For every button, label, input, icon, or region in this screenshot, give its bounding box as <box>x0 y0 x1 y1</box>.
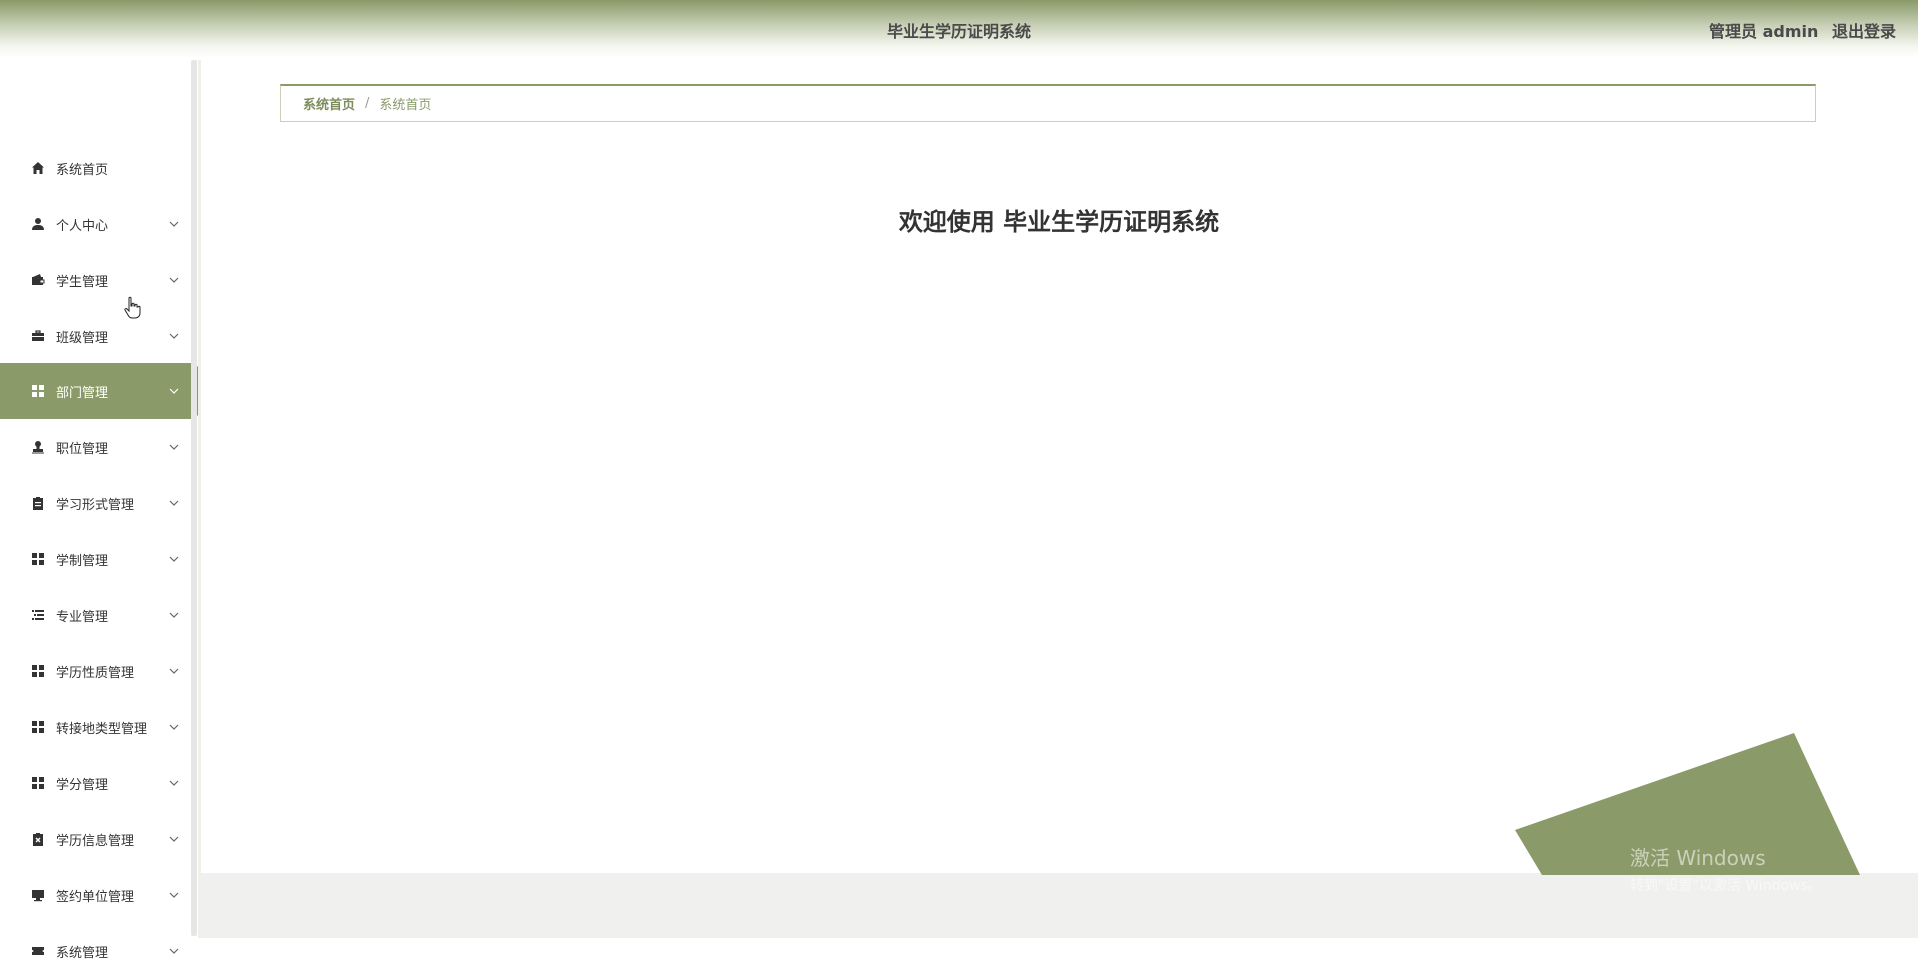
briefcase-icon <box>30 328 46 344</box>
sidebar-item-label: 个人中心 <box>56 218 109 234</box>
ticket-icon <box>30 943 46 959</box>
stamp-icon <box>30 439 46 455</box>
sidebar-item-degree-info[interactable]: 学历信息管理 <box>0 811 200 867</box>
windows-activation-watermark: 激活 Windows 转到"设置"以激活 Windows。 <box>1630 842 1822 895</box>
chevron-down-icon <box>167 832 181 846</box>
sidebar-item-departments[interactable]: 部门管理 <box>0 363 200 419</box>
welcome-heading: 欢迎使用 毕业生学历证明系统 <box>898 208 1220 236</box>
sidebar-item-majors[interactable]: 专业管理 <box>0 587 200 643</box>
chevron-down-icon <box>167 329 181 343</box>
sidebar-scrollbar[interactable] <box>191 60 197 936</box>
sidebar-item-label: 学制管理 <box>56 553 109 569</box>
chevron-down-icon <box>167 552 181 566</box>
current-user-label: 管理员 admin <box>1709 22 1819 41</box>
app-title: 毕业生学历证明系统 <box>886 22 1031 41</box>
chevron-down-icon <box>167 440 181 454</box>
chevron-down-icon <box>167 608 181 622</box>
sidebar-item-label: 签约单位管理 <box>56 889 135 905</box>
sidebar-item-label: 学历信息管理 <box>56 833 135 849</box>
breadcrumb-home-link[interactable]: 系统首页 <box>303 94 355 113</box>
grid-icon <box>30 775 46 791</box>
chevron-down-icon <box>167 217 181 231</box>
chevron-down-icon <box>167 273 181 287</box>
watermark-line-1: 激活 Windows <box>1630 846 1766 870</box>
sidebar-item-home[interactable]: 系统首页 <box>0 140 200 196</box>
breadcrumb-current: 系统首页 <box>379 98 432 113</box>
sidebar-item-credits[interactable]: 学分管理 <box>0 755 200 811</box>
sidebar-item-label: 系统首页 <box>56 162 109 178</box>
breadcrumb-separator: / <box>365 96 370 111</box>
sidebar: 系统首页 个人中心 学生管理 班级管理 部门管理 职位管理 学习形式管理 学制管… <box>0 60 200 961</box>
sidebar-item-positions[interactable]: 职位管理 <box>0 419 200 475</box>
grid-icon <box>30 663 46 679</box>
chevron-down-icon <box>167 888 181 902</box>
watermark-line-2: 转到"设置"以激活 Windows。 <box>1630 878 1822 894</box>
wallet-icon <box>30 272 46 288</box>
chevron-down-icon <box>167 496 181 510</box>
sidebar-item-label: 专业管理 <box>56 609 109 625</box>
sidebar-divider <box>198 60 201 938</box>
chevron-down-icon <box>167 384 181 398</box>
sidebar-item-label: 转接地类型管理 <box>56 721 148 737</box>
top-header: 毕业生学历证明系统 管理员 admin 退出登录 <box>0 0 1918 58</box>
chevron-down-icon <box>167 720 181 734</box>
sidebar-item-label: 系统管理 <box>56 945 109 961</box>
list-icon <box>30 607 46 623</box>
menu-hover-sweep <box>40 308 154 324</box>
header-user-area: 管理员 admin 退出登录 <box>1701 18 1896 42</box>
sidebar-item-label: 学分管理 <box>56 777 109 793</box>
hand-pointer-icon <box>124 296 141 319</box>
clipboard-x-icon <box>30 831 46 847</box>
grid-icon <box>30 551 46 567</box>
sidebar-item-contract-units[interactable]: 签约单位管理 <box>0 867 200 923</box>
sidebar-item-label: 学生管理 <box>56 274 109 290</box>
sidebar-item-label: 学历性质管理 <box>56 665 135 681</box>
sidebar-item-label: 学习形式管理 <box>56 497 135 513</box>
home-icon <box>30 160 46 176</box>
monitor-icon <box>30 887 46 903</box>
sidebar-item-label: 部门管理 <box>56 385 109 401</box>
breadcrumb: 系统首页 / 系统首页 <box>280 84 1816 122</box>
chevron-down-icon <box>167 664 181 678</box>
sidebar-item-label: 职位管理 <box>56 441 109 457</box>
user-icon <box>30 216 46 232</box>
logout-link[interactable]: 退出登录 <box>1832 22 1896 41</box>
sidebar-item-study-forms[interactable]: 学习形式管理 <box>0 475 200 531</box>
sidebar-item-degree-nature[interactable]: 学历性质管理 <box>0 643 200 699</box>
clipboard-icon <box>30 495 46 511</box>
grid-icon <box>30 383 46 399</box>
sidebar-item-academic-system[interactable]: 学制管理 <box>0 531 200 587</box>
sidebar-item-system[interactable]: 系统管理 <box>0 923 200 979</box>
sidebar-item-personal-center[interactable]: 个人中心 <box>0 196 200 252</box>
sidebar-item-transfer-types[interactable]: 转接地类型管理 <box>0 699 200 755</box>
chevron-down-icon <box>167 944 181 958</box>
grid-icon <box>30 719 46 735</box>
chevron-down-icon <box>167 776 181 790</box>
